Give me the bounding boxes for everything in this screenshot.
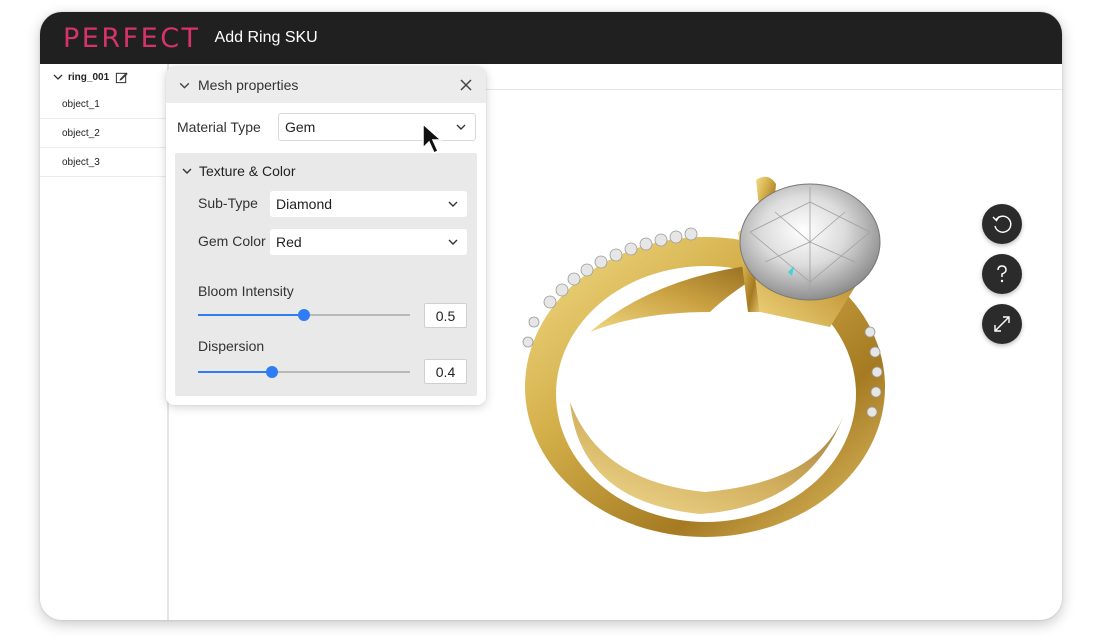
sub-type-label: Sub-Type xyxy=(198,195,258,211)
gem-color-label: Gem Color xyxy=(198,233,266,249)
dispersion-input[interactable]: 0.4 xyxy=(424,359,467,384)
tree-item-label: object_3 xyxy=(62,156,100,168)
material-type-value: Gem xyxy=(285,119,316,135)
panel-header[interactable]: Mesh properties xyxy=(166,67,486,103)
bloom-intensity-input[interactable]: 0.5 xyxy=(424,303,467,328)
chevron-down-icon xyxy=(456,124,466,130)
tree-item-object-1[interactable]: object_1 xyxy=(40,90,167,119)
close-icon[interactable] xyxy=(458,77,474,93)
gem-color-value: Red xyxy=(276,234,302,250)
panel-title: Mesh properties xyxy=(198,77,299,93)
sub-type-value: Diamond xyxy=(276,196,333,212)
texture-color-header[interactable]: Texture & Color xyxy=(181,163,295,179)
mesh-properties-panel: Mesh properties Material Type Gem Textur… xyxy=(166,67,486,405)
slider-thumb[interactable] xyxy=(266,366,279,378)
slider-fill xyxy=(198,314,304,316)
tree-root-ring[interactable]: ring_001 xyxy=(40,64,167,90)
chevron-down-icon[interactable] xyxy=(52,71,64,83)
chevron-down-icon xyxy=(448,201,458,207)
tree-item-label: object_1 xyxy=(62,98,100,110)
page-title: Add Ring SKU xyxy=(214,29,318,46)
material-type-label: Material Type xyxy=(177,119,261,135)
chevron-down-icon[interactable] xyxy=(181,165,193,177)
slider-thumb[interactable] xyxy=(298,309,310,321)
tree-item-object-3[interactable]: object_3 xyxy=(40,148,167,177)
help-button[interactable] xyxy=(982,254,1022,294)
bloom-intensity-slider[interactable] xyxy=(198,307,410,323)
gem-color-select[interactable]: Red xyxy=(270,229,467,255)
section-title: Texture & Color xyxy=(199,163,296,179)
tree-item-label: object_2 xyxy=(62,127,100,139)
object-tree: ring_001 object_1 object_2 object_3 xyxy=(40,64,169,620)
tree-root-label: ring_001 xyxy=(68,71,110,83)
bloom-intensity-label: Bloom Intensity xyxy=(198,283,294,299)
help-icon xyxy=(997,265,1007,283)
tree-item-object-2[interactable]: object_2 xyxy=(40,119,167,148)
sub-type-select[interactable]: Diamond xyxy=(270,191,467,217)
brand-logo: PERFECT xyxy=(63,22,201,54)
title-bar: PERFECT Add Ring SKU xyxy=(40,12,1062,64)
viewer-controls xyxy=(982,204,1022,354)
ring-model[interactable] xyxy=(510,162,900,557)
mouse-cursor-icon xyxy=(422,122,443,155)
expand-icon xyxy=(994,316,1010,332)
texture-color-section: Texture & Color Sub-Type Diamond Gem Col… xyxy=(175,153,477,396)
chevron-down-icon[interactable] xyxy=(178,79,191,92)
slider-fill xyxy=(198,371,273,373)
chevron-down-icon xyxy=(448,239,458,245)
fullscreen-button[interactable] xyxy=(982,304,1022,344)
rotate-reset-icon xyxy=(992,215,1012,233)
material-type-select[interactable]: Gem xyxy=(278,113,476,141)
reset-view-button[interactable] xyxy=(982,204,1022,244)
dispersion-label: Dispersion xyxy=(198,338,265,354)
dispersion-slider[interactable] xyxy=(198,364,410,380)
edit-icon[interactable] xyxy=(115,71,128,84)
